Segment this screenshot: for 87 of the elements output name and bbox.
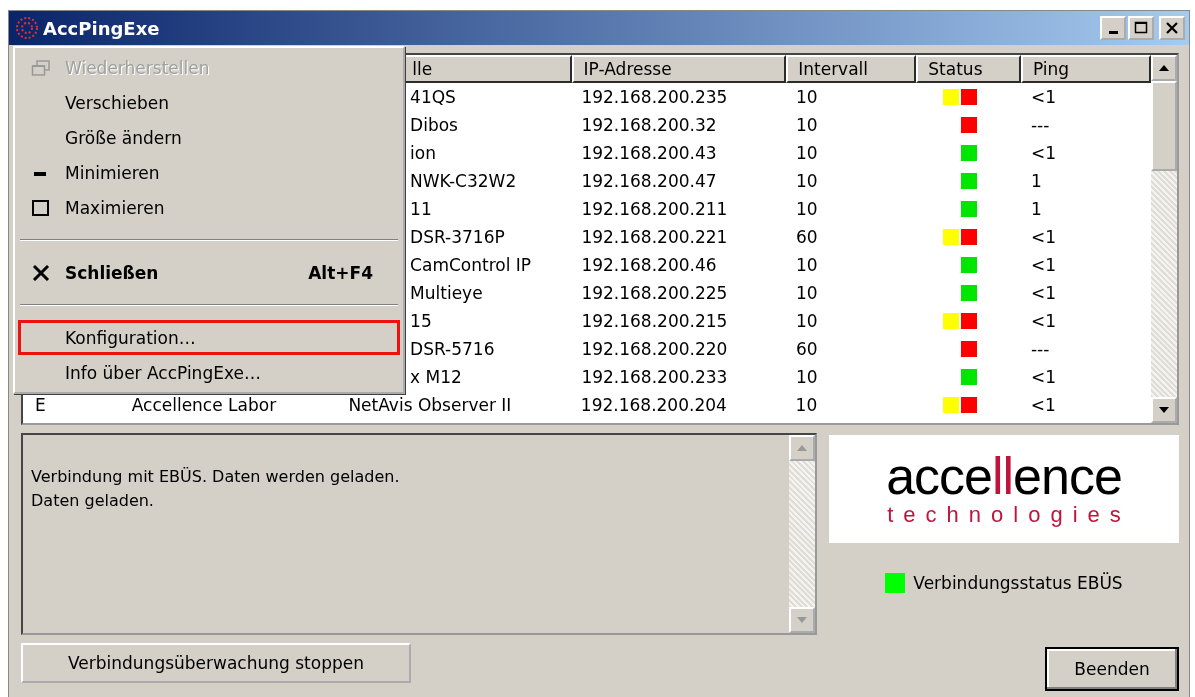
menu-item[interactable]: Verschieben [18, 85, 400, 120]
table-cell-text: 192.168.200.235 [580, 87, 729, 107]
app-icon [15, 16, 39, 40]
column-header[interactable]: IP-Adresse [571, 55, 787, 83]
table-cell-text: 10 [794, 367, 819, 387]
table-cell-text: 10 [794, 87, 819, 107]
table-cell-text: 192.168.200.221 [580, 227, 729, 247]
table-cell-text: 192.168.200.225 [580, 283, 729, 303]
log-line: Verbindung mit EBÜS. Daten werden geladen. [31, 466, 401, 488]
menu-item[interactable]: Schließen Alt+F4 [18, 255, 400, 290]
column-header[interactable]: Ping [1020, 55, 1151, 83]
table-cell-text: 10 [794, 115, 819, 135]
table-cell-text: 15 [409, 311, 433, 331]
restore-icon [31, 59, 51, 76]
menu-item[interactable]: Minimieren [18, 155, 400, 190]
down-arrow-icon [1157, 405, 1171, 415]
table-cell-text: <1 [1029, 311, 1058, 331]
close-icon [32, 264, 50, 281]
down-arrow-icon [795, 615, 809, 625]
scroll-thumb[interactable] [1151, 81, 1177, 171]
table-cell-text: NetAvis Observer II [347, 395, 513, 415]
up-arrow-icon [795, 443, 809, 453]
table-cell-text: 1 [1029, 199, 1043, 219]
log-line: Daten geladen. [31, 490, 155, 512]
table-cell-text: --- [1029, 115, 1051, 135]
table-cell-text: E [34, 395, 47, 415]
menu-item[interactable]: Konfiguration… [18, 320, 400, 355]
table-cell-text: 1 [1029, 171, 1043, 191]
maximize-icon [32, 199, 50, 216]
maximize-icon [1134, 21, 1148, 35]
table-cell-text: 192.168.200.215 [580, 311, 729, 331]
menu-item[interactable]: Größe ändern [18, 120, 400, 155]
table-cell-text: 10 [794, 171, 819, 191]
logo-lettering: ll [992, 447, 1014, 505]
table-cell-text: --- [1029, 339, 1051, 359]
table-cell-text: 192.168.200.43 [580, 143, 718, 163]
table-cell-text: Multieye [409, 283, 484, 303]
logo-tagline: technologies [887, 502, 1131, 528]
window-title: AccPingExe [43, 17, 160, 39]
table-cell-text: ion [409, 143, 437, 163]
minimize-icon [1108, 31, 1118, 34]
maximize-button[interactable] [1128, 16, 1154, 40]
table-cell-text: x M12 [409, 367, 463, 387]
table-cell-text: 192.168.200.46 [580, 255, 718, 275]
table-cell-text: <1 [1029, 283, 1058, 303]
table-cell-text: <1 [1029, 227, 1058, 247]
table-cell-text: Accellence Labor [130, 395, 278, 415]
table-cell-text: Dibos [409, 115, 459, 135]
status-label: Verbindungsstatus EBÜS [913, 573, 1123, 593]
table-cell-text: 192.168.200.233 [580, 367, 729, 387]
logo-lettering: ence [1013, 447, 1122, 505]
table-cell-text: <1 [1029, 395, 1057, 415]
table-cell-text: 10 [794, 311, 819, 331]
table-cell-text: 192.168.200.47 [580, 171, 718, 191]
table-cell-text: 10 [794, 255, 819, 275]
table-cell-text: 192.168.200.211 [580, 199, 729, 219]
scrollbar[interactable] [1151, 55, 1177, 423]
table-cell-text: DSR-3716P [409, 227, 506, 247]
table-cell-text: 10 [794, 283, 819, 303]
table-cell-text: 10 [794, 143, 819, 163]
logo-lettering: acce [886, 447, 992, 505]
close-button[interactable] [1159, 16, 1185, 40]
up-arrow-icon [1157, 63, 1171, 73]
table-cell-text: 60 [794, 227, 819, 247]
table-cell-text: 192.168.200.204 [579, 395, 728, 415]
exit-button[interactable]: Beenden [1045, 647, 1179, 691]
close-icon [1165, 21, 1179, 35]
table-cell-text: 10 [794, 395, 819, 415]
table-cell-text: DSR-5716 [409, 339, 496, 359]
table-cell-text: 192.168.200.32 [580, 115, 718, 135]
table-cell-text: <1 [1029, 87, 1058, 107]
column-header[interactable]: Intervall [786, 55, 917, 83]
table-cell-text: <1 [1029, 143, 1058, 163]
menu-item[interactable]: Maximieren [18, 190, 400, 225]
minimize-button[interactable] [1100, 16, 1126, 40]
table-cell-text: 10 [794, 199, 819, 219]
table-cell-text: NWK-C32W2 [409, 171, 518, 191]
table-cell-text: <1 [1029, 367, 1058, 387]
table-cell-text: <1 [1029, 255, 1058, 275]
menu-item[interactable]: Info über AccPingExe… [18, 355, 400, 390]
stop-button[interactable]: Verbindungsüberwachung stoppen [21, 643, 411, 683]
table-cell-text: 192.168.200.220 [580, 339, 729, 359]
table-cell-text: 11 [409, 199, 433, 219]
table-cell-text: 60 [794, 339, 819, 359]
column-header[interactable]: Status [916, 55, 1021, 83]
scrollbar[interactable] [789, 435, 815, 633]
table-cell-text: 41QS [409, 87, 457, 107]
